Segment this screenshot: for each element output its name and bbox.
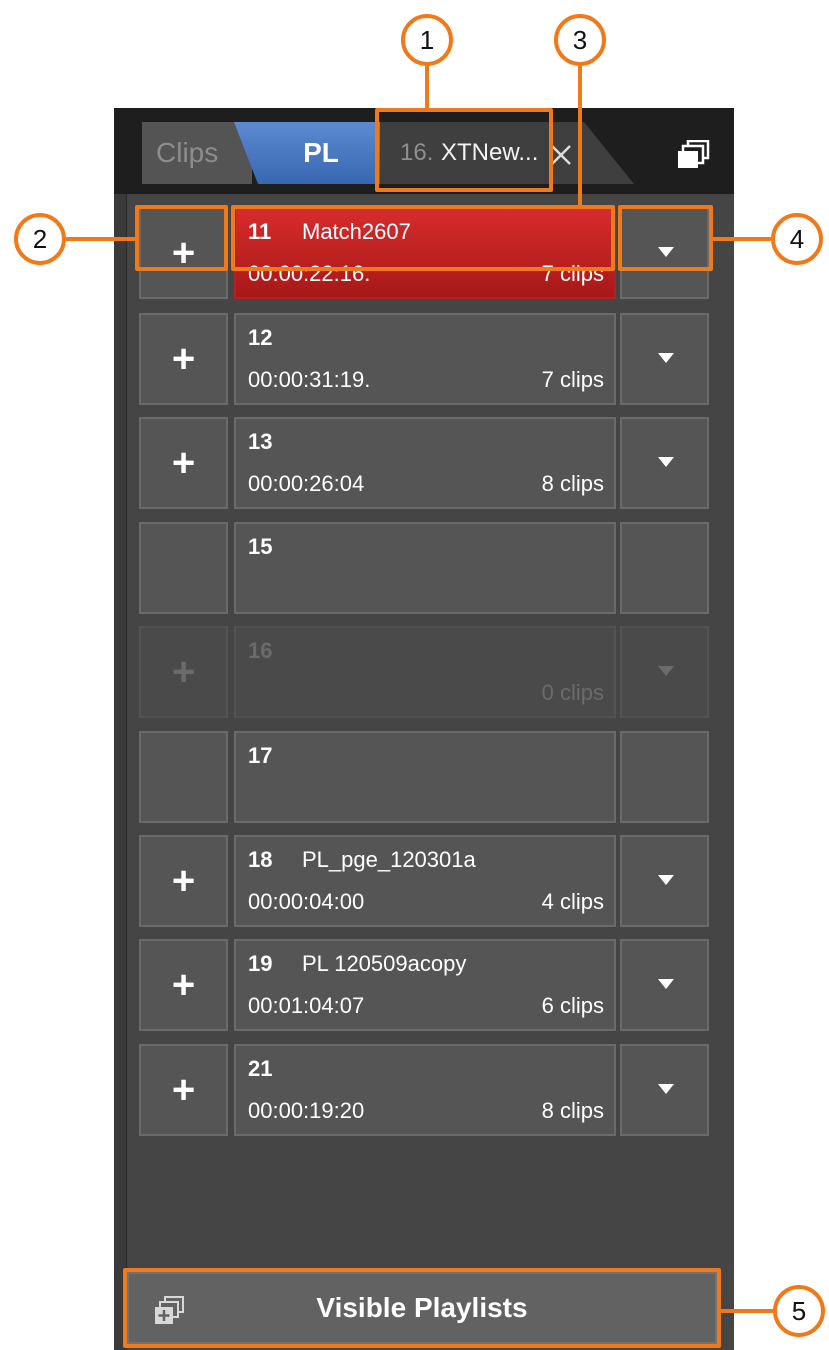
dropdown-icon (658, 979, 674, 989)
playlist-dropdown-button (620, 522, 709, 614)
playlist-duration: 00:00:31:19. (248, 367, 371, 392)
playlist-number: 16 (248, 638, 273, 663)
playlist-name: PL 120509acopy (302, 951, 467, 976)
add-to-playlist-button[interactable]: + (139, 417, 228, 509)
playlist-info[interactable]: 17 (234, 731, 616, 823)
dropdown-icon (658, 457, 674, 467)
highlight-add-button (135, 205, 228, 271)
playlist-row[interactable]: +21 00:00:19:20 8 clips (139, 1044, 709, 1136)
playlist-row[interactable]: 15 (139, 522, 709, 614)
playlist-duration: 00:00:19:20 (248, 1098, 365, 1123)
playlist-name: PL_pge_120301a (302, 847, 476, 872)
playlist-info[interactable]: 12 00:00:31:19. 7 clips (234, 313, 616, 405)
callout-1: 1 (401, 14, 453, 66)
dropdown-icon (658, 1084, 674, 1094)
playlist-row[interactable]: +19 PL 120509acopy 00:01:04:07 6 clips (139, 939, 709, 1031)
playlist-row[interactable]: +13 00:00:26:04 8 clips (139, 417, 709, 509)
playlist-clip-count: 0 clips (541, 680, 604, 705)
plus-icon: + (171, 441, 196, 485)
add-to-playlist-button[interactable]: + (139, 939, 228, 1031)
leader-line-2 (66, 237, 137, 241)
callout-3: 3 (554, 14, 606, 66)
playlist-clip-count: 6 clips (541, 993, 604, 1018)
playlist-duration: 00:00:26:04 (248, 471, 365, 496)
add-to-playlist-button: + (139, 626, 228, 718)
playlist-duration: 00:00:04:00 (248, 889, 365, 914)
tab-clips[interactable]: Clips (142, 122, 252, 184)
playlist-row[interactable]: +12 00:00:31:19. 7 clips (139, 313, 709, 405)
callout-4: 4 (771, 213, 823, 265)
plus-icon (141, 733, 226, 821)
tab-pl[interactable]: PL (234, 122, 380, 184)
playlist-dropdown-button[interactable] (620, 313, 709, 405)
plus-icon: + (171, 650, 196, 694)
plus-icon: + (171, 1068, 196, 1112)
playlist-row[interactable]: +18 PL_pge_120301a 00:00:04:00 4 clips (139, 835, 709, 927)
stack-icon[interactable] (676, 140, 710, 170)
callout-5: 5 (773, 1285, 825, 1337)
playlist-info[interactable]: 21 00:00:19:20 8 clips (234, 1044, 616, 1136)
leader-line-4 (713, 237, 771, 241)
plus-icon: + (171, 337, 196, 381)
playlist-number: 18 (248, 847, 273, 872)
plus-icon: + (171, 859, 196, 903)
playlist-clip-count: 7 clips (541, 367, 604, 392)
playlist-dropdown-button[interactable] (620, 417, 709, 509)
close-icon[interactable] (550, 144, 572, 166)
add-to-playlist-button[interactable]: + (139, 835, 228, 927)
playlist-clip-count: 4 clips (541, 889, 604, 914)
callout-2: 2 (14, 213, 66, 265)
playlist-clip-count: 8 clips (541, 1098, 604, 1123)
playlist-row[interactable]: +16 0 clips (139, 626, 709, 718)
stage: Clips PL 16. XTNew... +11 Match2607 00:00:… (0, 0, 829, 1350)
add-to-playlist-button (139, 731, 228, 823)
leader-line-3 (578, 66, 582, 207)
playlist-info[interactable]: 18 PL_pge_120301a 00:00:04:00 4 clips (234, 835, 616, 927)
highlight-playlist-row (231, 205, 615, 271)
playlist-row[interactable]: 17 (139, 731, 709, 823)
playlist-clip-count: 8 clips (541, 471, 604, 496)
playlist-number: 19 (248, 951, 273, 976)
add-to-playlist-button[interactable]: + (139, 1044, 228, 1136)
playlist-duration: 00:01:04:07 (248, 993, 365, 1018)
dropdown-icon (658, 666, 674, 676)
highlight-visible-playlists (123, 1268, 721, 1348)
playlist-dropdown-button (620, 731, 709, 823)
playlist-info[interactable]: 13 00:00:26:04 8 clips (234, 417, 616, 509)
highlight-dropdown-button (618, 205, 713, 271)
playlist-number: 15 (248, 534, 273, 559)
playlist-number: 17 (248, 743, 273, 768)
dropdown-icon (658, 875, 674, 885)
add-to-playlist-button (139, 522, 228, 614)
playlist-info[interactable]: 19 PL 120509acopy 00:01:04:07 6 clips (234, 939, 616, 1031)
playlist-dropdown-button[interactable] (620, 939, 709, 1031)
playlist-number: 21 (248, 1056, 273, 1081)
highlight-open-tab (375, 108, 553, 192)
playlist-number: 12 (248, 325, 273, 350)
leader-line-5 (721, 1309, 776, 1313)
plus-icon (141, 524, 226, 612)
playlist-dropdown-button (620, 626, 709, 718)
plus-icon: + (171, 963, 196, 1007)
playlist-dropdown-button[interactable] (620, 835, 709, 927)
add-to-playlist-button[interactable]: + (139, 313, 228, 405)
playlist-number: 13 (248, 429, 273, 454)
playlist-info[interactable]: 16 0 clips (234, 626, 616, 718)
dropdown-icon (658, 353, 674, 363)
playlist-info[interactable]: 15 (234, 522, 616, 614)
playlist-dropdown-button[interactable] (620, 1044, 709, 1136)
leader-line-1 (425, 66, 429, 108)
